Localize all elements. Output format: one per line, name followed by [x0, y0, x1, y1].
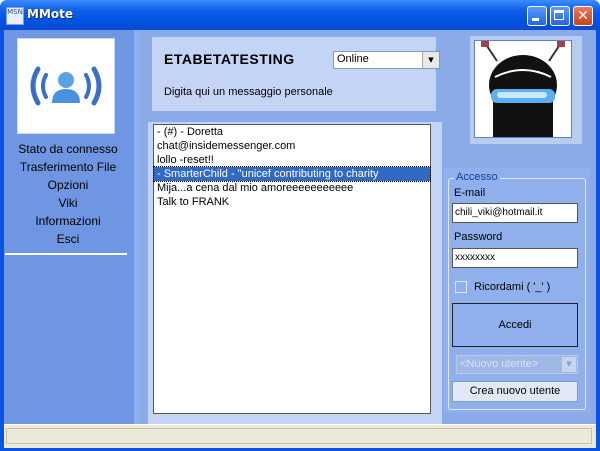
sidebar-item-informazioni[interactable]: Informazioni: [4, 212, 132, 230]
avatar-frame: [470, 36, 582, 144]
sidebar-divider: [5, 253, 127, 255]
personal-message[interactable]: Digita qui un messaggio personale: [164, 86, 333, 98]
list-item[interactable]: lollo -reset!!: [154, 153, 430, 167]
status-dropdown[interactable]: Online ▼: [333, 51, 440, 69]
remember-checkbox[interactable]: [455, 281, 467, 293]
list-item[interactable]: Mija...a cena dal mio amoreeeeeeeeeee: [154, 181, 430, 195]
sidebar-item-opzioni[interactable]: Opzioni: [4, 176, 132, 194]
app-icon[interactable]: MSN: [6, 7, 24, 25]
window-title: MMote: [27, 7, 74, 21]
create-user-button[interactable]: Crea nuovo utente: [452, 381, 578, 402]
list-item[interactable]: Talk to FRANK: [154, 195, 430, 209]
email-field[interactable]: chili_viki@hotmail.it: [452, 203, 578, 223]
user-dropdown-value: <Nuovo utente>: [460, 358, 539, 370]
sidebar-item-viki[interactable]: Viki: [4, 194, 132, 212]
client-area: Stato da connesso Trasferimento File Opz…: [4, 30, 596, 448]
contact-list[interactable]: - (#) - Doretta chat@insidemessenger.com…: [153, 124, 431, 414]
sidebar-item-esci[interactable]: Esci: [4, 230, 132, 248]
password-field[interactable]: xxxxxxxx: [452, 248, 578, 268]
sidebar-item-trasferimento-file[interactable]: Trasferimento File: [4, 158, 132, 176]
title-bar[interactable]: MSN MMote ✕: [0, 0, 600, 30]
username-label: ETABETATESTING: [164, 51, 295, 67]
sidebar-border: [134, 30, 140, 424]
maximize-button[interactable]: [550, 6, 570, 26]
app-window: MSN MMote ✕ Stato da connesso Trasferime…: [0, 0, 600, 451]
email-label: E-mail: [454, 187, 486, 199]
status-value: Online: [337, 53, 369, 65]
avatar[interactable]: [474, 40, 572, 138]
status-bar: [4, 424, 596, 448]
status-panel: ETABETATESTING Online ▼ Digita qui un me…: [152, 37, 440, 111]
login-group-label: Accesso: [454, 171, 500, 183]
user-dropdown[interactable]: <Nuovo utente> ▼: [456, 355, 578, 374]
password-label: Password: [454, 231, 503, 243]
dropdown-arrow-icon[interactable]: ▼: [422, 52, 439, 68]
minimize-button[interactable]: [527, 6, 547, 26]
sidebar-item-stato[interactable]: Stato da connesso: [4, 140, 132, 158]
sidebar: Stato da connesso Trasferimento File Opz…: [4, 30, 138, 424]
maximize-icon: [554, 10, 564, 20]
chevron-down-icon[interactable]: ▼: [562, 357, 576, 372]
list-item-selected[interactable]: - SmarterChild - "unicef contributing to…: [153, 166, 431, 182]
login-button[interactable]: Accedi: [452, 303, 578, 347]
sidebar-menu: Stato da connesso Trasferimento File Opz…: [4, 140, 132, 248]
list-item[interactable]: - (#) - Doretta: [154, 125, 430, 139]
list-item[interactable]: chat@insidemessenger.com: [154, 139, 430, 153]
status-bar-panel: [6, 428, 592, 444]
close-button[interactable]: ✕: [573, 6, 593, 26]
remember-label[interactable]: Ricordami ( '_' ): [474, 281, 550, 293]
minimize-icon: [532, 18, 539, 21]
messenger-logo: [17, 38, 115, 134]
close-icon: ✕: [577, 8, 589, 24]
